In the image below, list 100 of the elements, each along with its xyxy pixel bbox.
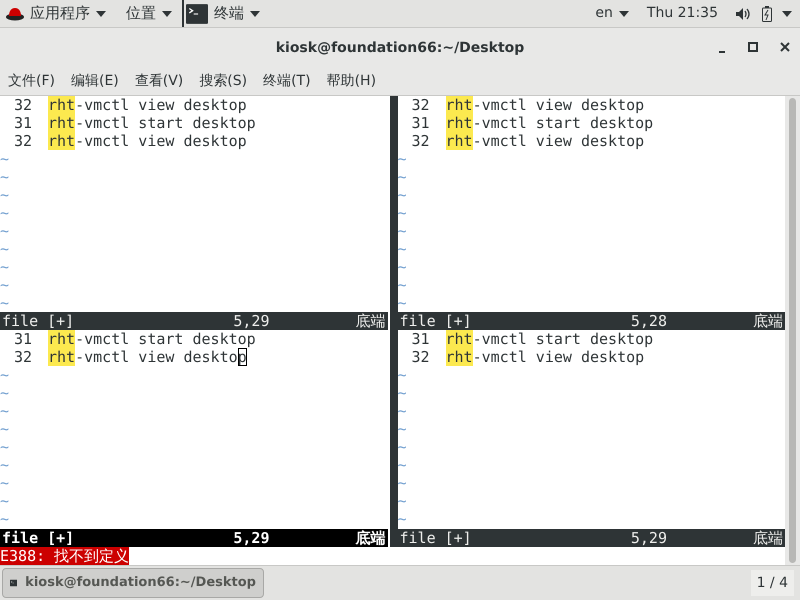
empty-line-marker: ~ — [398, 366, 406, 384]
line-text: -vmctl start desktop — [75, 330, 256, 348]
cursor-position: 5,28 — [630, 312, 667, 330]
search-match: rht — [446, 132, 473, 150]
workspace-indicator[interactable]: 1 / 4 — [750, 570, 794, 596]
modified-indicator-text: [+] — [444, 529, 472, 547]
window-title: kiosk@foundation66:~/Desktop — [276, 38, 524, 58]
volume-icon[interactable] — [736, 6, 752, 20]
line-number: 31 — [12, 114, 33, 132]
empty-line-marker: ~ — [398, 150, 406, 168]
caret-icon — [162, 10, 172, 16]
line-text: -vmctl start desktop — [75, 114, 256, 132]
empty-line-marker: ~ — [398, 186, 406, 204]
scroll-position: 底端 — [753, 529, 784, 547]
empty-line-marker: ~ — [398, 384, 406, 402]
scroll-position: 底端 — [356, 529, 386, 547]
empty-line-marker: ~ — [0, 204, 9, 222]
language-menu[interactable]: en — [587, 0, 637, 27]
file-name: file — [1, 529, 38, 547]
modified-indicator-text: [+] — [47, 312, 74, 330]
empty-line-marker: ~ — [398, 276, 406, 294]
menu-item[interactable]: 查看(V) — [134, 71, 184, 92]
line-text: -vmctl view desktop — [472, 132, 644, 150]
menu-item[interactable]: 编辑(E) — [70, 71, 119, 92]
scroll-position: 底端 — [753, 312, 784, 330]
search-match: rht — [48, 114, 76, 132]
menu-item[interactable]: 搜索(S) — [199, 71, 248, 92]
search-match: rht — [48, 348, 76, 366]
search-match: rht — [446, 96, 473, 114]
search-match: rht — [48, 132, 76, 150]
line-number: 32 — [410, 348, 430, 366]
places-menu[interactable]: 位置 — [116, 0, 182, 27]
empty-line-marker: ~ — [0, 186, 9, 204]
empty-line-marker: ~ — [0, 492, 9, 510]
empty-line-marker: ~ — [0, 168, 9, 186]
line-text: -vmctl view desktop — [75, 132, 247, 150]
caret-icon — [782, 10, 792, 16]
empty-line-marker: ~ — [398, 456, 406, 474]
empty-line-marker: ~ — [398, 168, 406, 186]
empty-line-marker: ~ — [0, 438, 9, 456]
empty-line-marker: ~ — [398, 474, 406, 492]
empty-line-marker: ~ — [0, 240, 9, 258]
clock[interactable]: Thu 21:35 — [636, 3, 728, 24]
empty-line-marker: ~ — [0, 384, 9, 402]
line-number: 32 — [410, 132, 430, 150]
hat-icon — [6, 6, 24, 20]
menu-item[interactable]: 终端(T) — [263, 71, 311, 92]
empty-line-marker: ~ — [0, 402, 9, 420]
file-name: file — [398, 529, 436, 547]
cursor-position: 5,29 — [233, 529, 270, 547]
close-icon[interactable] — [780, 42, 790, 52]
line-text: -vmctl start desktop — [472, 114, 654, 132]
error-message: E388: 找不到定义 — [0, 547, 130, 565]
applications-menu[interactable]: 应用程序 — [0, 0, 116, 27]
empty-line-marker: ~ — [398, 240, 406, 258]
line-text: -vmctl view deskto — [75, 348, 238, 366]
line-text: -vmctl view desktop — [472, 348, 644, 366]
empty-line-marker: ~ — [0, 294, 9, 312]
line-text: -vmctl view desktop — [75, 96, 247, 114]
caret-icon — [618, 10, 629, 16]
line-number: 31 — [410, 330, 430, 348]
cursor-position: 5,29 — [630, 529, 667, 547]
modified-indicator-text: [+] — [47, 529, 74, 547]
empty-line-marker: ~ — [398, 492, 406, 510]
text-cursor: p — [238, 348, 247, 366]
empty-line-marker: ~ — [398, 294, 406, 312]
line-text: -vmctl start desktop — [472, 330, 654, 348]
menu-item[interactable]: 文件(F) — [8, 71, 55, 92]
empty-line-marker: ~ — [398, 420, 406, 438]
empty-line-marker: ~ — [398, 510, 406, 528]
empty-line-marker: ~ — [0, 456, 9, 474]
taskbar-window-button[interactable]: kiosk@foundation66:~/Desktop — [2, 568, 264, 598]
battery-icon[interactable] — [762, 6, 772, 22]
empty-line-marker: ~ — [0, 276, 9, 294]
terminal-icon — [186, 2, 208, 24]
search-match: rht — [446, 348, 473, 366]
empty-line-marker: ~ — [0, 420, 9, 438]
empty-line-marker: ~ — [0, 510, 9, 528]
empty-line-marker: ~ — [398, 204, 406, 222]
empty-line-marker: ~ — [398, 438, 406, 456]
scroll-position: 底端 — [356, 312, 386, 330]
line-number: 32 — [12, 348, 33, 366]
empty-line-marker: ~ — [0, 222, 9, 240]
menu-item[interactable]: 帮助(H) — [326, 71, 376, 92]
caret-icon — [96, 10, 106, 16]
empty-line-marker: ~ — [398, 258, 406, 276]
line-text: -vmctl view desktop — [472, 96, 644, 114]
search-match: rht — [446, 114, 473, 132]
line-number: 31 — [410, 114, 430, 132]
empty-line-marker: ~ — [0, 258, 9, 276]
line-number: 32 — [410, 96, 430, 114]
empty-line-marker: ~ — [0, 366, 9, 384]
caret-icon — [250, 10, 260, 16]
empty-line-marker: ~ — [0, 150, 9, 168]
line-number: 31 — [12, 330, 33, 348]
search-match: rht — [48, 330, 76, 348]
search-match: rht — [48, 96, 76, 114]
maximize-icon[interactable] — [748, 42, 758, 52]
empty-line-marker: ~ — [398, 402, 406, 420]
line-number: 32 — [12, 132, 33, 150]
